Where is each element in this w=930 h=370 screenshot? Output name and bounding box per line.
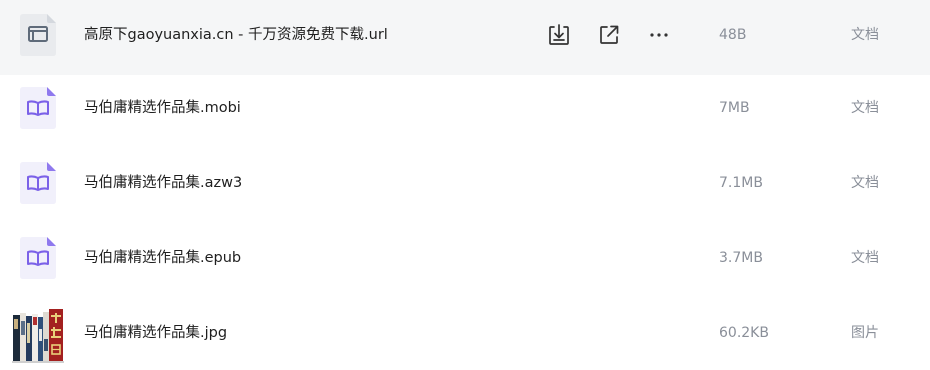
file-name[interactable]: 马伯庸精选作品集.jpg [84, 323, 227, 343]
ebook-file-icon [18, 235, 58, 280]
file-row-mobi[interactable]: 马伯庸精选作品集.mobi 7MB 文档 [0, 73, 930, 148]
ebook-file-icon [18, 85, 58, 130]
image-thumbnail [12, 309, 64, 363]
file-name[interactable]: 马伯庸精选作品集.epub [84, 248, 241, 268]
file-size: 7MB [719, 100, 750, 116]
file-type: 文档 [851, 100, 879, 116]
file-type: 文档 [851, 250, 879, 266]
file-type: 图片 [851, 325, 879, 341]
more-horizontal-icon[interactable] [646, 22, 672, 48]
file-size: 7.1MB [719, 175, 763, 191]
ebook-file-icon [18, 160, 58, 205]
file-name[interactable]: 马伯庸精选作品集.mobi [84, 98, 241, 118]
file-list: 高原下gaoyuanxia.cn - 千万资源免费下载.url 48B 文档 马… [0, 0, 930, 370]
file-row-url[interactable]: 高原下gaoyuanxia.cn - 千万资源免费下载.url 48B 文档 [0, 0, 930, 75]
file-row-epub[interactable]: 马伯庸精选作品集.epub 3.7MB 文档 [0, 223, 930, 298]
file-row-jpg[interactable]: 马伯庸精选作品集.jpg 60.2KB 图片 [0, 298, 930, 370]
file-size: 3.7MB [719, 250, 763, 266]
file-name[interactable]: 高原下gaoyuanxia.cn - 千万资源免费下载.url [84, 25, 388, 45]
share-external-icon[interactable] [596, 22, 622, 48]
file-name[interactable]: 马伯庸精选作品集.azw3 [84, 173, 242, 193]
file-size: 48B [719, 27, 747, 43]
file-type: 文档 [851, 27, 879, 43]
file-row-azw3[interactable]: 马伯庸精选作品集.azw3 7.1MB 文档 [0, 148, 930, 223]
file-type: 文档 [851, 175, 879, 191]
file-size: 60.2KB [719, 325, 769, 341]
url-link-file-icon [18, 12, 58, 57]
download-icon[interactable] [546, 22, 572, 48]
